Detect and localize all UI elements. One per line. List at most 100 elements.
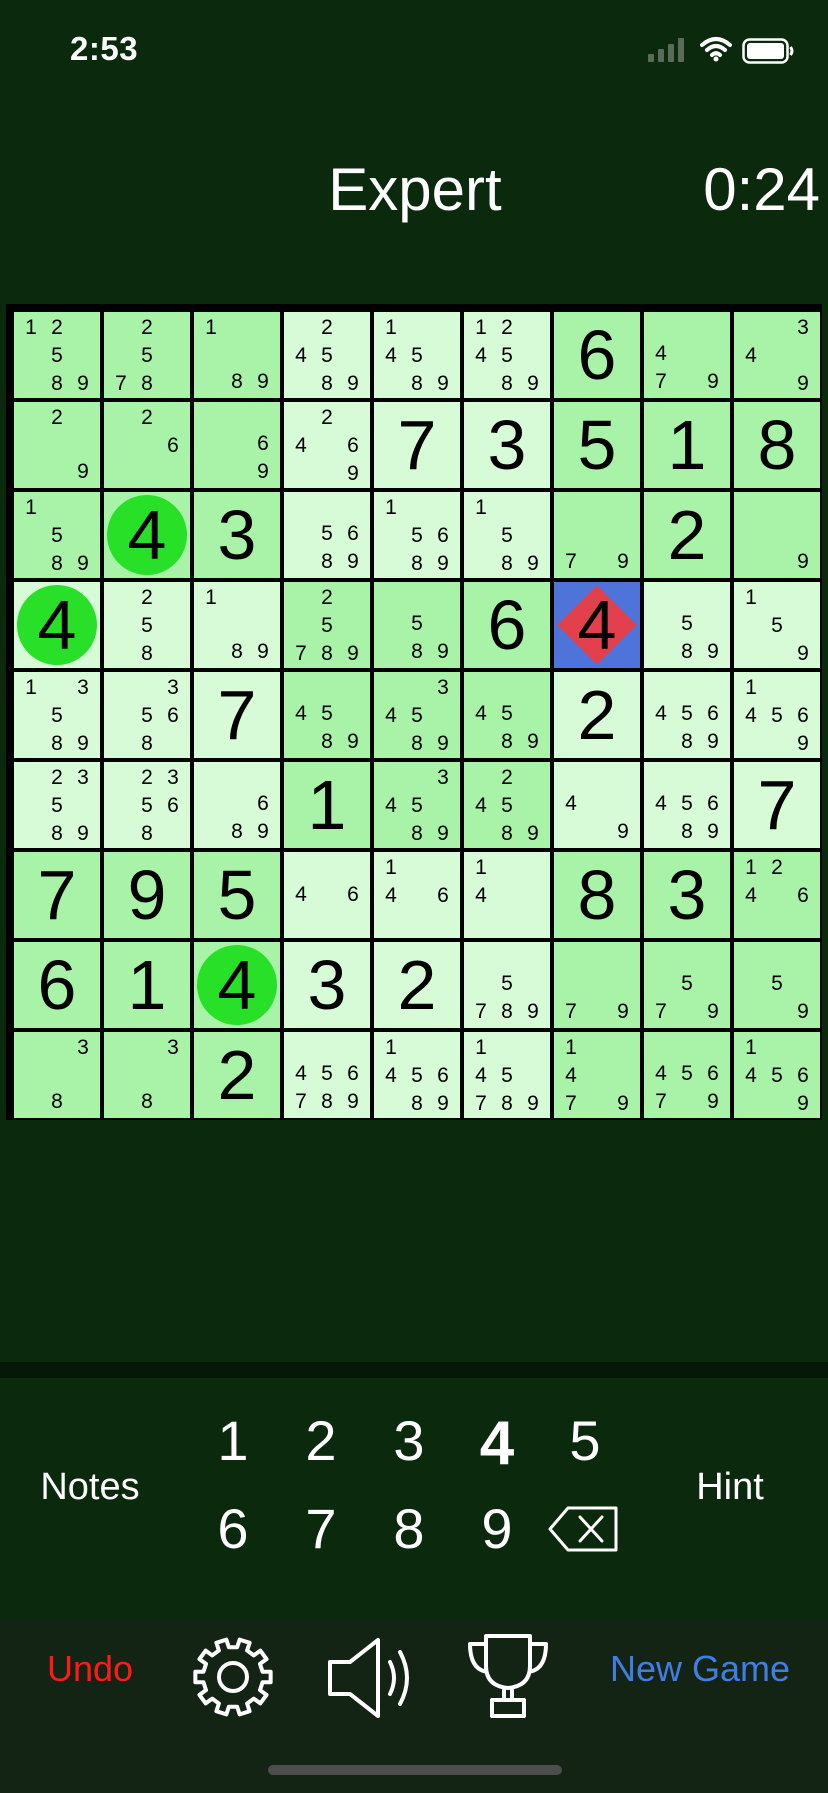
cell-r7c7[interactable]: 8	[554, 852, 640, 938]
cell-r9c8[interactable]: 456 7 9	[644, 1032, 730, 1118]
cell-r6c1[interactable]: 235 89	[14, 762, 100, 848]
erase-key-icon[interactable]	[548, 1505, 620, 1553]
cell-r4c8[interactable]: 5 89	[644, 582, 730, 668]
cell-r8c2[interactable]: 1	[104, 942, 190, 1028]
cell-r3c2[interactable]: 4	[104, 492, 190, 578]
keypad-key-8[interactable]: 8	[374, 1496, 444, 1561]
cell-r6c4[interactable]: 1	[284, 762, 370, 848]
keypad-key-5[interactable]: 5	[550, 1408, 620, 1473]
cell-r4c7[interactable]: 4	[554, 582, 640, 668]
cell-r8c4[interactable]: 3	[284, 942, 370, 1028]
cell-r9c7[interactable]: 1 4 7 9	[554, 1032, 640, 1118]
cell-r4c2[interactable]: 2 5 8	[104, 582, 190, 668]
cell-r8c7[interactable]: 79	[554, 942, 640, 1028]
note-digit	[764, 882, 790, 910]
cell-r5c9[interactable]: 1 456 9	[734, 672, 820, 758]
cell-r2c9[interactable]: 8	[734, 402, 820, 488]
cell-r8c5[interactable]: 2	[374, 942, 460, 1028]
cell-r9c6[interactable]: 1 45789	[464, 1032, 550, 1118]
cell-r5c4[interactable]: 45 89	[284, 672, 370, 758]
cell-r1c7[interactable]: 6	[554, 312, 640, 398]
cell-r8c3[interactable]: 4	[194, 942, 280, 1028]
cell-r5c2[interactable]: 3568	[104, 672, 190, 758]
cell-r4c6[interactable]: 6	[464, 582, 550, 668]
cell-r8c9[interactable]: 59	[734, 942, 820, 1028]
cell-r8c6[interactable]: 5789	[464, 942, 550, 1028]
cell-r5c1[interactable]: 1 35 89	[14, 672, 100, 758]
cell-r9c4[interactable]: 456 789	[284, 1032, 370, 1118]
cell-r7c5[interactable]: 1 4 6	[374, 852, 460, 938]
cell-r6c2[interactable]: 23568	[104, 762, 190, 848]
cell-r8c1[interactable]: 6	[14, 942, 100, 1028]
cell-r1c3[interactable]: 1 89	[194, 312, 280, 398]
keypad-key-6[interactable]: 6	[198, 1496, 268, 1561]
cell-r1c9[interactable]: 3 4 9	[734, 312, 820, 398]
cell-r5c8[interactable]: 45689	[644, 672, 730, 758]
cell-r7c8[interactable]: 3	[644, 852, 730, 938]
cell-r7c6[interactable]: 14	[464, 852, 550, 938]
cell-r2c8[interactable]: 1	[644, 402, 730, 488]
cell-r5c6[interactable]: 45 89	[464, 672, 550, 758]
cell-r1c2[interactable]: 2 578	[104, 312, 190, 398]
cell-r2c3[interactable]: 69	[194, 402, 280, 488]
cell-r4c1[interactable]: 4	[14, 582, 100, 668]
cell-r6c8[interactable]: 45689	[644, 762, 730, 848]
cell-r2c4[interactable]: 24 6 9	[284, 402, 370, 488]
cell-r3c7[interactable]: 79	[554, 492, 640, 578]
cell-r6c6[interactable]: 245 89	[464, 762, 550, 848]
cell-r1c6[interactable]: 1245 89	[464, 312, 550, 398]
keypad-key-3[interactable]: 3	[374, 1408, 444, 1473]
keypad-key-9[interactable]: 9	[462, 1496, 532, 1561]
cell-r1c8[interactable]: 4 7 9	[644, 312, 730, 398]
cell-r9c2[interactable]: 38	[104, 1032, 190, 1118]
cell-r7c4[interactable]: 46	[284, 852, 370, 938]
cell-r6c5[interactable]: 3 45 89	[374, 762, 460, 848]
undo-button[interactable]: Undo	[20, 1648, 160, 1690]
cell-r5c3[interactable]: 7	[194, 672, 280, 758]
cell-r4c9[interactable]: 159	[734, 582, 820, 668]
cell-r9c1[interactable]: 38	[14, 1032, 100, 1118]
cell-r3c1[interactable]: 1589	[14, 492, 100, 578]
cell-r3c3[interactable]: 3	[194, 492, 280, 578]
cell-r1c1[interactable]: 12 5 89	[14, 312, 100, 398]
cell-r2c2[interactable]: 26	[104, 402, 190, 488]
notes-button[interactable]: Notes	[20, 1466, 160, 1509]
cell-r3c9[interactable]: 9	[734, 492, 820, 578]
cell-r7c2[interactable]: 9	[104, 852, 190, 938]
gear-icon[interactable]	[190, 1634, 276, 1720]
keypad-key-2[interactable]: 2	[286, 1408, 356, 1473]
cell-r6c7[interactable]: 49	[554, 762, 640, 848]
trophy-icon[interactable]	[466, 1632, 550, 1720]
cell-r1c5[interactable]: 1 45 89	[374, 312, 460, 398]
cell-r9c9[interactable]: 1 456 9	[734, 1032, 820, 1118]
cell-r2c7[interactable]: 5	[554, 402, 640, 488]
new-game-button[interactable]: New Game	[600, 1648, 800, 1690]
hint-button[interactable]: Hint	[660, 1466, 800, 1509]
keypad-key-4[interactable]: 4	[462, 1408, 532, 1479]
cell-notes: 38	[18, 1034, 96, 1116]
cell-r7c1[interactable]: 7	[14, 852, 100, 938]
cell-r9c5[interactable]: 1 45689	[374, 1032, 460, 1118]
cell-r6c9[interactable]: 7	[734, 762, 820, 848]
cell-r4c4[interactable]: 2 5789	[284, 582, 370, 668]
cell-r6c3[interactable]: 689	[194, 762, 280, 848]
cell-r2c6[interactable]: 3	[464, 402, 550, 488]
cell-r5c5[interactable]: 3 45 89	[374, 672, 460, 758]
cell-r2c5[interactable]: 7	[374, 402, 460, 488]
cell-r3c6[interactable]: 1589	[464, 492, 550, 578]
cell-r3c8[interactable]: 2	[644, 492, 730, 578]
cell-r7c3[interactable]: 5	[194, 852, 280, 938]
cell-r8c8[interactable]: 57 9	[644, 942, 730, 1028]
keypad-key-1[interactable]: 1	[198, 1408, 268, 1473]
cell-r5c7[interactable]: 2	[554, 672, 640, 758]
cell-r3c4[interactable]: 5689	[284, 492, 370, 578]
cell-r3c5[interactable]: 15689	[374, 492, 460, 578]
cell-r7c9[interactable]: 124 6	[734, 852, 820, 938]
cell-r4c3[interactable]: 1 89	[194, 582, 280, 668]
cell-r2c1[interactable]: 29	[14, 402, 100, 488]
keypad-key-7[interactable]: 7	[286, 1496, 356, 1561]
cell-r9c3[interactable]: 2	[194, 1032, 280, 1118]
speaker-icon[interactable]	[326, 1636, 416, 1720]
cell-r4c5[interactable]: 5 89	[374, 582, 460, 668]
cell-r1c4[interactable]: 245 89	[284, 312, 370, 398]
